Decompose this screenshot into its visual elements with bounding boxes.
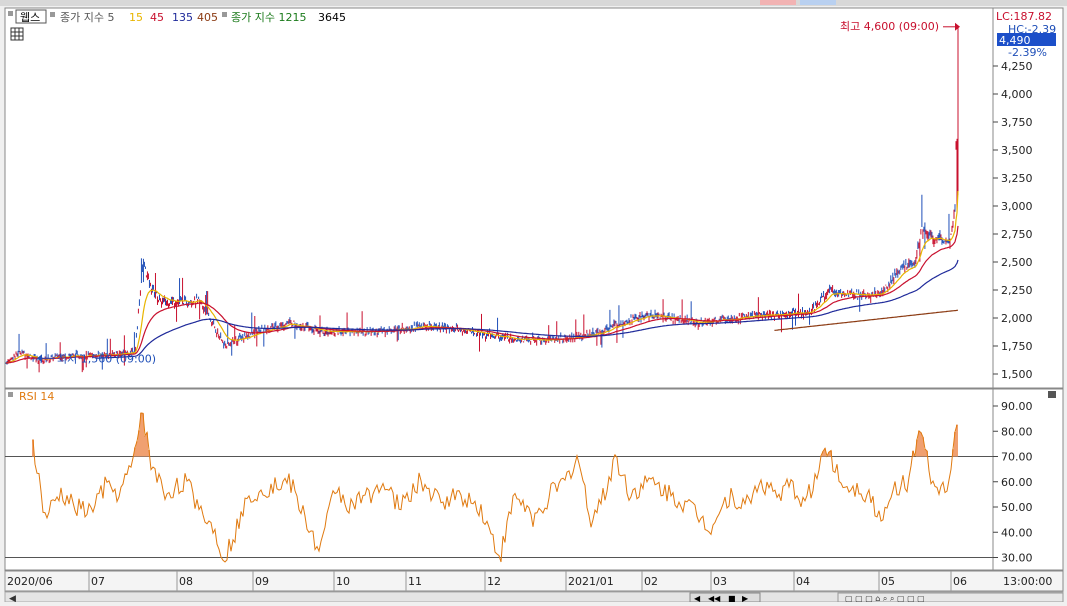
ma135-label: 135	[172, 11, 193, 24]
rsi-y-tick-label: 50.00	[1001, 501, 1033, 514]
x-tick-label: 12	[487, 575, 501, 588]
x-tick-label: 06	[953, 575, 967, 588]
x-tick-label: 11	[408, 575, 422, 588]
x-tick-label: 2020/06	[7, 575, 53, 588]
ma15-label: 15	[129, 11, 143, 24]
y-tick-label: 3,250	[1001, 172, 1033, 185]
rsi-settings-icon[interactable]	[8, 392, 13, 397]
rsi-y-tick-label: 30.00	[1001, 552, 1033, 565]
y-tick-label: 3,750	[1001, 116, 1033, 129]
x-tick-label: 03	[713, 575, 727, 588]
y-tick-label: 4,250	[1001, 60, 1033, 73]
ma-label: 종가 지수 5	[60, 11, 114, 24]
rsi-close-icon[interactable]	[1048, 391, 1056, 398]
y-tick-label: 3,000	[1001, 200, 1033, 213]
rewind-icon[interactable]: ◀◀	[708, 594, 721, 603]
ma45-label: 45	[150, 11, 164, 24]
ma2-label: 종가 지수 1215	[231, 11, 306, 24]
rsi-y-tick-label: 60.00	[1001, 476, 1033, 489]
stock-chart: ◀ ◀ ◀◀ ■ ▶ ▢ ▢ ▢ ⌂ ⌕ ⌕ ▢ ▢ ▢ 웹스 종가 지수 5 …	[0, 0, 1067, 604]
x-tick-label: 04	[796, 575, 810, 588]
time-label: 13:00:00	[1003, 575, 1052, 588]
rsi-y-tick-label: 90.00	[1001, 400, 1033, 413]
y-tick-label: 1,750	[1001, 340, 1033, 353]
rsi-title: RSI 14	[19, 390, 54, 403]
low-annotation: 최저 1,560 (09:00)	[57, 352, 156, 365]
playback-controls[interactable]: ◀ ◀◀ ■ ▶	[689, 592, 761, 603]
x-tick-label: 2021/01	[568, 575, 614, 588]
x-tick-label: 10	[336, 575, 350, 588]
y-tick-label: 4,000	[1001, 88, 1033, 101]
change-percent: -2.39%	[1008, 46, 1047, 59]
x-axis-bar	[4, 570, 1064, 592]
zoom-tools[interactable]: ▢ ▢ ▢ ⌂ ⌕ ⌕ ▢ ▢ ▢	[837, 592, 1064, 603]
rsi-y-tick-label: 70.00	[1001, 451, 1033, 464]
last-close-info: LC:187.82	[996, 10, 1052, 23]
rsi-y-tick-label: 40.00	[1001, 526, 1033, 539]
y-tick-label: 2,750	[1001, 228, 1033, 241]
tool-icons[interactable]: ▢ ▢ ▢ ⌂ ⌕ ⌕ ▢ ▢ ▢	[845, 594, 925, 603]
chart-window: ◀ ◀ ◀◀ ■ ▶ ▢ ▢ ▢ ⌂ ⌕ ⌕ ▢ ▢ ▢ 웹스 종가 지수 5 …	[0, 0, 1067, 604]
rsi-panel	[4, 388, 994, 571]
y-tick-label: 1,500	[1001, 368, 1033, 381]
top-toolbar-edge	[0, 0, 1067, 6]
tab-stub-2[interactable]	[800, 0, 836, 5]
y-tick-label: 2,500	[1001, 256, 1033, 269]
stock-name: 웹스	[20, 11, 40, 24]
high-annotation: 최고 4,600 (09:00)	[840, 20, 939, 33]
ma405-label: 405	[197, 11, 218, 24]
x-tick-label: 08	[179, 575, 193, 588]
scroll-left-icon[interactable]: ◀	[9, 594, 16, 604]
x-tick-label: 05	[881, 575, 895, 588]
y-tick-label: 2,000	[1001, 312, 1033, 325]
legend-collapse-icon[interactable]	[8, 11, 13, 16]
y-tick-label: 3,500	[1001, 144, 1033, 157]
x-tick-label: 02	[644, 575, 658, 588]
play-icon[interactable]: ▶	[742, 594, 749, 603]
tab-stub-1[interactable]	[760, 0, 796, 5]
x-tick-label: 07	[91, 575, 105, 588]
stop-icon[interactable]: ■	[728, 594, 736, 603]
rsi-y-tick-label: 80.00	[1001, 425, 1033, 438]
ma-settings-icon[interactable]	[50, 12, 55, 17]
ma2-extra: 3645	[318, 11, 346, 24]
ma2-settings-icon[interactable]	[222, 12, 227, 17]
step-back-icon[interactable]: ◀	[694, 594, 701, 603]
y-tick-label: 2,250	[1001, 284, 1033, 297]
x-tick-label: 09	[255, 575, 269, 588]
